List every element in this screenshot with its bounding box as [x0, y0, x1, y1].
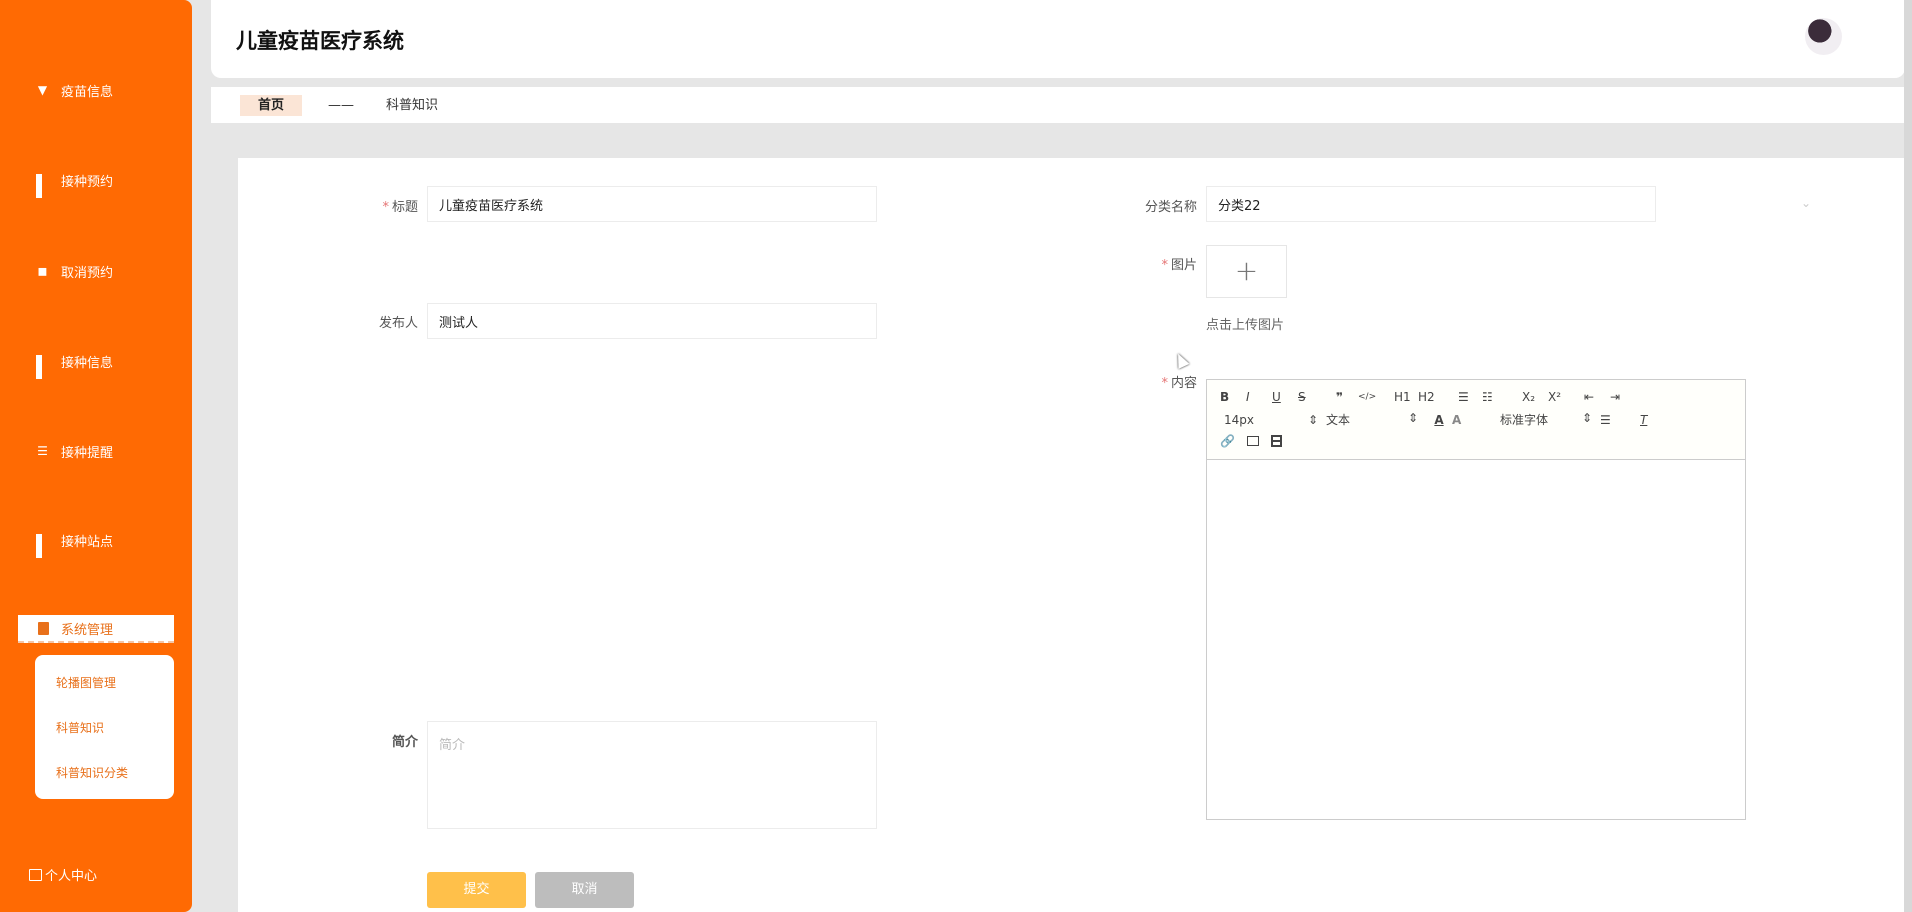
folder-icon: ◼ [37, 264, 48, 278]
sidebar: ▼ 疫苗信息 接种预约 ◼ 取消预约 接种信息 ☰ 接种提醒 接种站点 系统管理 轮播… [0, 0, 192, 912]
clipboard-icon [38, 621, 49, 635]
grid-icon [36, 174, 49, 198]
subscript-button[interactable]: X₂ [1522, 390, 1548, 404]
breadcrumb: 首页 —— 科普知识 [211, 87, 1905, 123]
italic-button[interactable]: I [1246, 390, 1272, 404]
grid-icon [36, 355, 49, 379]
font-size-picker[interactable]: 14px ⇕ [1224, 413, 1326, 427]
clear-format-icon[interactable]: T [1640, 413, 1647, 427]
header: 儿童疫苗医疗系统 [211, 0, 1905, 78]
sidebar-item-stations[interactable]: 接种站点 [36, 531, 113, 558]
h2-button[interactable]: H2 [1418, 390, 1458, 404]
syringe-icon: ▼ [37, 83, 48, 97]
submenu: 轮播图管理 科普知识 科普知识分类 [35, 655, 174, 799]
cancel-button[interactable]: 取消 [535, 872, 634, 908]
title-label: * 标题 [382, 200, 418, 215]
summary-label: 简介 [391, 735, 418, 750]
rich-text-editor: B I U S ❞ </> H1 H2 ☰ ☷ X₂ X² ⇤ ⇥ 14px ⇕ … [1206, 379, 1746, 820]
blockquote-button[interactable]: ❞ [1336, 390, 1358, 404]
title-input[interactable]: 儿童疫苗医疗系统 [427, 186, 877, 222]
avatar[interactable] [1805, 18, 1842, 55]
sidebar-item-vaccine-info[interactable]: ▼ 疫苗信息 [36, 81, 113, 101]
sidebar-item-system-management[interactable]: 系统管理 [18, 615, 174, 643]
submenu-item-science-category[interactable]: 科普知识分类 [56, 764, 128, 781]
outdent-button[interactable]: ⇤ [1584, 390, 1610, 404]
h1-button[interactable]: H1 [1394, 390, 1418, 404]
font-picker[interactable]: 标准字体 ⇕ [1500, 411, 1600, 428]
submenu-item-science[interactable]: 科普知识 [56, 719, 104, 736]
editor-toolbar: B I U S ❞ </> H1 H2 ☰ ☷ X₂ X² ⇤ ⇥ 14px ⇕ … [1207, 380, 1745, 460]
publisher-input[interactable]: 测试人 [427, 303, 877, 339]
image-icon[interactable] [1246, 436, 1259, 446]
link-icon[interactable]: 🔗 [1220, 434, 1235, 448]
indent-button[interactable]: ⇥ [1610, 390, 1636, 404]
superscript-button[interactable]: X² [1548, 390, 1584, 404]
grid-icon [36, 534, 49, 558]
chevron-down-icon[interactable]: ⌄ [1801, 196, 1811, 210]
content-label: * 内容 [1161, 376, 1197, 391]
category-select[interactable]: 分类22 [1206, 186, 1656, 222]
breadcrumb-separator: —— [328, 98, 354, 113]
strike-button[interactable]: S [1298, 390, 1336, 404]
align-icon[interactable]: ☰ [1600, 413, 1640, 427]
underline-button[interactable]: U [1272, 390, 1298, 404]
sliders-icon: ☰ [37, 444, 48, 458]
toolbar-row-3: 🔗 [1220, 434, 1282, 448]
code-button[interactable]: </> [1358, 392, 1394, 402]
toolbar-row-1: B I U S ❞ </> H1 H2 ☰ ☷ X₂ X² ⇤ ⇥ [1220, 390, 1636, 404]
ordered-list-button[interactable]: ☰ [1458, 390, 1482, 404]
publisher-label: 发布人 [378, 316, 418, 331]
breadcrumb-current: 科普知识 [386, 98, 439, 113]
video-icon[interactable] [1270, 435, 1282, 447]
sidebar-item-cancel-appointment[interactable]: ◼ 取消预约 [36, 262, 114, 282]
bullet-list-button[interactable]: ☷ [1482, 390, 1522, 404]
image-upload[interactable]: + [1206, 245, 1287, 298]
submenu-item-carousel[interactable]: 轮播图管理 [56, 674, 116, 691]
text-color-icon[interactable]: A [1426, 413, 1452, 427]
page-title: 儿童疫苗医疗系统 [236, 29, 404, 53]
bold-button[interactable]: B [1220, 390, 1246, 404]
header-picker[interactable]: 文本 ⇕ [1326, 411, 1426, 428]
category-label: 分类名称 [1144, 200, 1197, 215]
card-icon [29, 868, 42, 881]
upload-hint: 点击上传图片 [1206, 318, 1285, 333]
sidebar-item-reminder[interactable]: ☰ 接种提醒 [36, 442, 113, 462]
breadcrumb-home[interactable]: 首页 [240, 95, 302, 116]
sidebar-item-personal-center[interactable]: 个人中心 [29, 865, 97, 884]
background-color-icon[interactable]: A [1452, 413, 1500, 427]
sidebar-item-appointment[interactable]: 接种预约 [36, 171, 113, 198]
toolbar-row-2: 14px ⇕ 文本 ⇕ A A 标准字体 ⇕ ☰ T [1224, 411, 1647, 428]
sidebar-item-vaccination-info[interactable]: 接种信息 [36, 352, 113, 379]
image-label: * 图片 [1161, 258, 1197, 273]
scrollbar[interactable] [1904, 0, 1912, 912]
submit-button[interactable]: 提交 [427, 872, 526, 908]
summary-textarea[interactable]: 简介 [427, 721, 877, 829]
